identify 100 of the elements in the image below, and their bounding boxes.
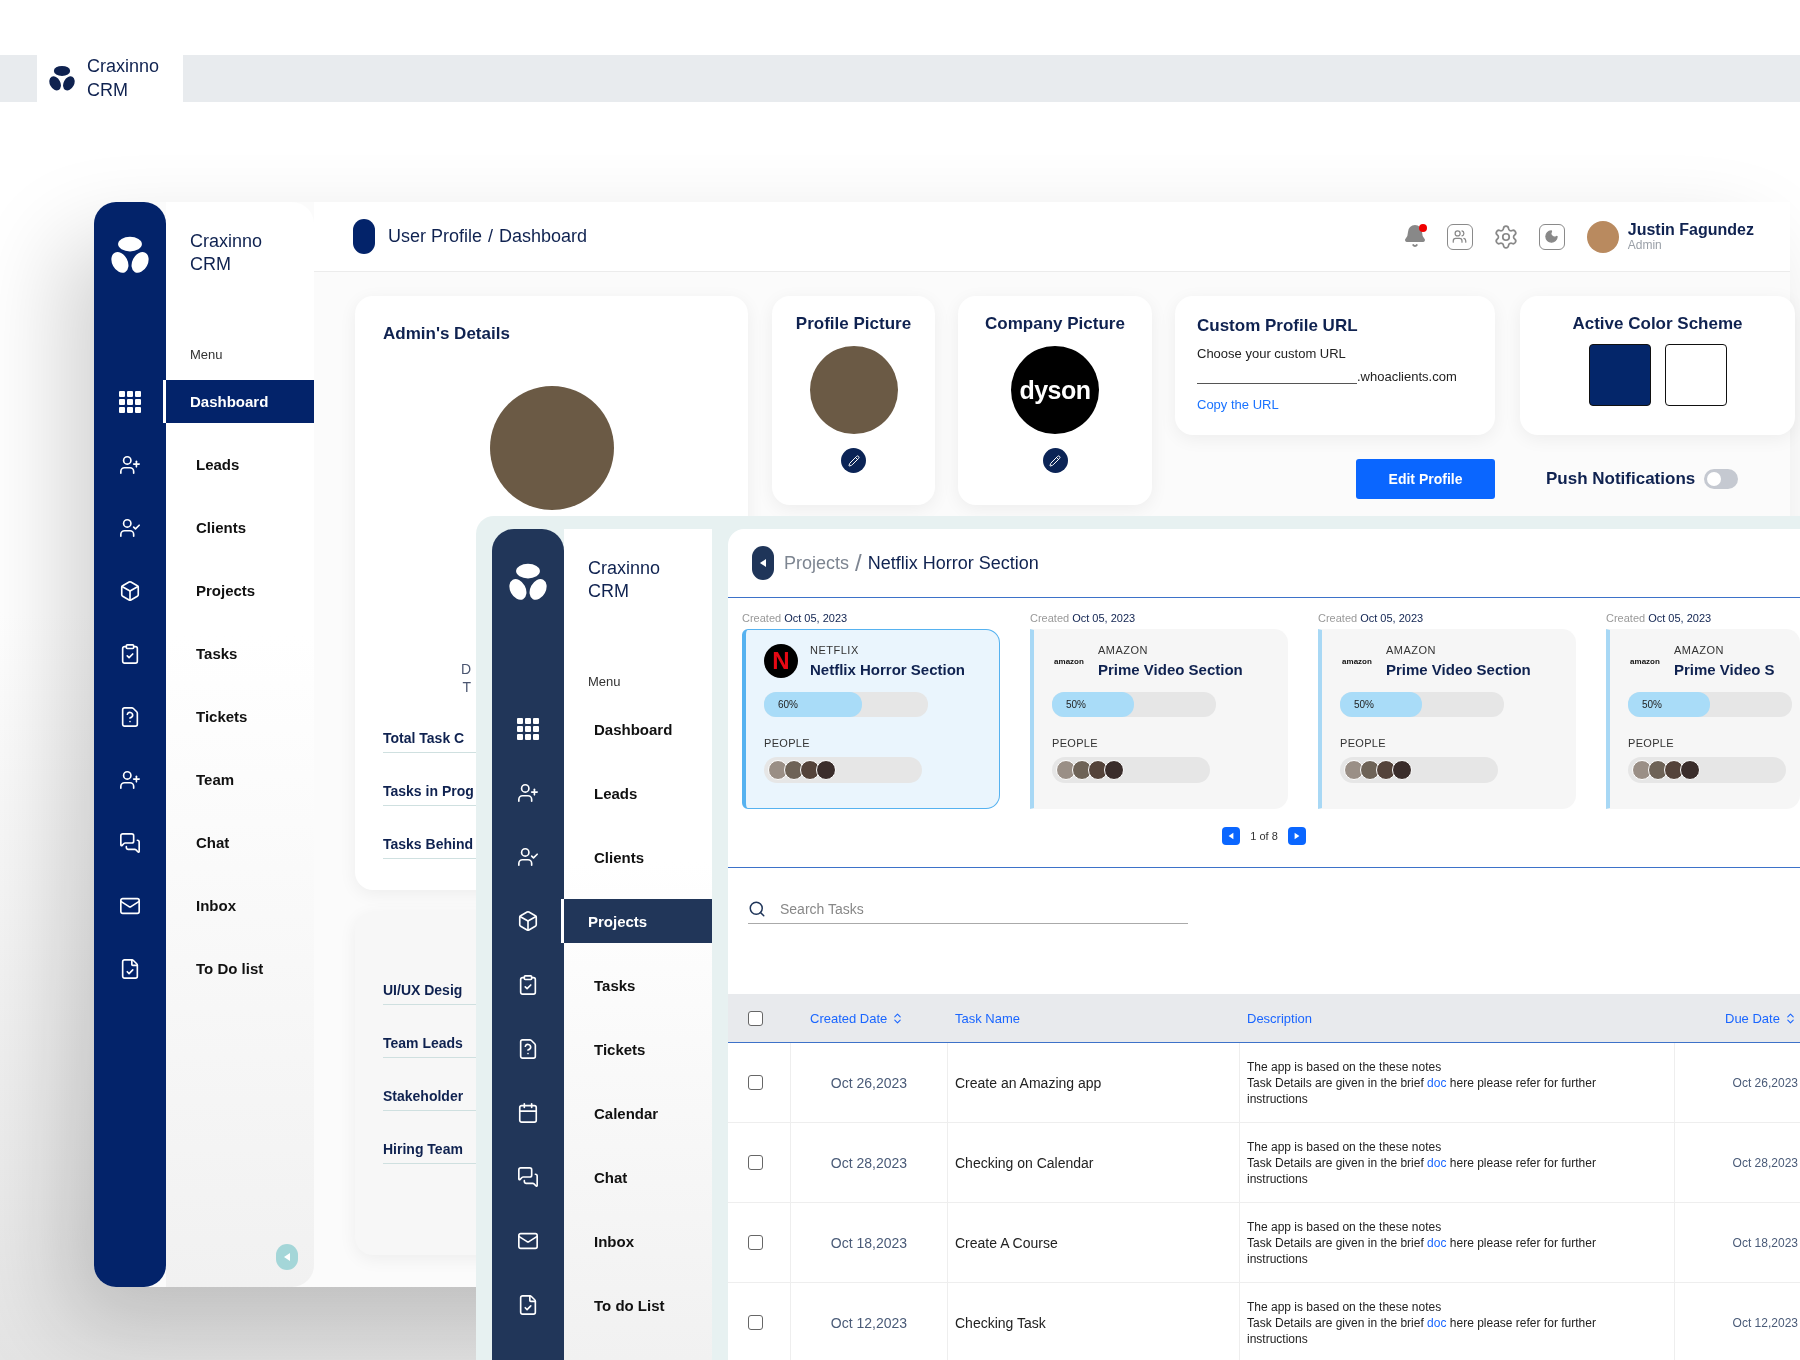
doc-link[interactable]: doc xyxy=(1427,1075,1447,1090)
row-checkbox[interactable] xyxy=(748,1315,763,1330)
settings-icon[interactable] xyxy=(1492,223,1519,250)
breadcrumb-item[interactable]: User Profile xyxy=(388,226,483,247)
nav-item[interactable]: Leads xyxy=(166,443,314,486)
created-date: Created Oct 05, 2023 xyxy=(1030,612,1137,624)
doc-link[interactable]: doc xyxy=(1427,1315,1447,1330)
project-title: Prime Video S xyxy=(1674,661,1775,678)
user-plus-icon[interactable] xyxy=(119,768,141,791)
clipboard-check-icon[interactable] xyxy=(517,974,539,996)
nav-item[interactable]: Projects xyxy=(561,899,712,943)
checklist-icon[interactable] xyxy=(517,1294,539,1316)
avatar-circle[interactable] xyxy=(1586,220,1619,253)
doc-link[interactable]: doc xyxy=(1427,1235,1447,1250)
triangle-left-icon xyxy=(282,1252,292,1262)
chat-bubbles-icon[interactable] xyxy=(517,1166,539,1188)
team-icon[interactable] xyxy=(1446,223,1473,250)
avatar-circle xyxy=(1104,760,1124,780)
bell-icon[interactable] xyxy=(1402,223,1427,250)
table-cell: Oct 26,2023 xyxy=(830,1074,908,1091)
edit-profile-button[interactable]: Edit Profile xyxy=(1356,459,1495,499)
breadcrumb-separator: / xyxy=(855,549,862,577)
nav-item[interactable]: To do List xyxy=(564,1283,712,1327)
search-icon xyxy=(748,900,766,918)
previous-page-button[interactable] xyxy=(1222,827,1241,845)
nav-item[interactable]: Tasks xyxy=(564,963,712,1007)
avatar-circle xyxy=(768,760,788,780)
task-description: The app is based on the these notes Task Details are given in the brief doc here please refer for further instructions xyxy=(1247,1138,1597,1187)
nav-item[interactable]: Inbox xyxy=(564,1219,712,1263)
column-header: Description xyxy=(1246,1010,1314,1026)
project-brand: NETFLIX xyxy=(810,644,860,656)
avatar-circle xyxy=(1056,760,1076,780)
document-question-icon[interactable] xyxy=(517,1038,539,1060)
people-label: PEOPLE xyxy=(764,737,811,749)
card-title: Active Color Scheme xyxy=(1572,314,1743,334)
cube-icon[interactable] xyxy=(119,579,141,602)
edit-button[interactable] xyxy=(1042,448,1068,473)
user-name: Justin Fagundez xyxy=(1627,220,1754,239)
edit-button[interactable] xyxy=(841,448,866,473)
user-plus-icon[interactable] xyxy=(517,782,539,804)
avatar-circle xyxy=(1072,760,1092,780)
moon-icon[interactable] xyxy=(1538,223,1565,250)
breadcrumb-item[interactable]: Projects xyxy=(784,552,850,574)
card-title: Company Picture xyxy=(985,314,1125,334)
doc-link[interactable]: doc xyxy=(1427,1155,1447,1170)
avatar-circle xyxy=(1088,760,1108,780)
clipboard-check-icon[interactable] xyxy=(119,642,141,665)
nav-item[interactable]: Clients xyxy=(564,835,712,879)
nav-item[interactable]: Tickets xyxy=(166,695,314,738)
nav-item[interactable]: Chat xyxy=(166,821,314,864)
nav-item[interactable]: Projects xyxy=(166,569,314,612)
table-cell: Oct 28,2023 xyxy=(1732,1155,1798,1170)
nav-item[interactable]: Calendar xyxy=(564,1091,712,1135)
color-swatch[interactable] xyxy=(1588,344,1651,406)
grid-icon[interactable] xyxy=(119,390,141,413)
nav-item[interactable]: Chat xyxy=(564,1155,712,1199)
row-checkbox[interactable] xyxy=(748,1235,763,1250)
table-cell: Create an Amazing app xyxy=(955,1074,1102,1091)
grid-icon[interactable] xyxy=(517,718,539,740)
breadcrumb-marker xyxy=(353,219,375,254)
people-label: PEOPLE xyxy=(1340,737,1387,749)
people-label: PEOPLE xyxy=(1628,737,1675,749)
nav-item[interactable]: Inbox xyxy=(166,884,314,927)
nav-item[interactable]: Tasks xyxy=(166,632,314,675)
project-card[interactable]: N NETFLIX Netflix Horror Section 60% PEOPLE xyxy=(742,629,1000,809)
project-brand: AMAZON xyxy=(1098,644,1150,656)
user-plus-icon[interactable] xyxy=(119,453,141,476)
row-checkbox[interactable] xyxy=(748,1155,763,1170)
project-card[interactable]: amazon AMAZON Prime Video Section 50% PEOPLE xyxy=(1318,629,1576,809)
created-date: Created Oct 05, 2023 xyxy=(742,612,849,624)
copy-url-link[interactable]: Copy the URL xyxy=(1197,397,1279,412)
select-all-checkbox[interactable] xyxy=(748,1010,763,1026)
nav-item[interactable]: Team xyxy=(166,758,314,801)
nav-item[interactable]: Leads xyxy=(564,771,712,815)
nav-item[interactable]: To Do list xyxy=(166,947,314,990)
breadcrumb-item[interactable]: Dashboard xyxy=(499,226,588,247)
back-button[interactable] xyxy=(752,546,774,580)
calendar-icon[interactable] xyxy=(517,1102,539,1124)
color-swatch[interactable] xyxy=(1664,344,1727,406)
search-field[interactable]: Search Tasks xyxy=(778,900,1188,918)
document-question-icon[interactable] xyxy=(119,705,141,728)
nav-item[interactable]: Dashboard xyxy=(564,707,712,751)
column-header[interactable]: Due Date xyxy=(1675,1010,1800,1026)
checklist-icon[interactable] xyxy=(119,957,141,980)
toggle-switch[interactable] xyxy=(1704,469,1739,489)
brand-name: Craxinno CRM xyxy=(87,55,161,102)
user-check-icon[interactable] xyxy=(517,846,539,868)
nav-item[interactable]: Clients xyxy=(166,506,314,549)
nav-item[interactable]: Dashboard xyxy=(163,380,314,423)
project-card[interactable]: amazon AMAZON Prime Video Section 50% PEOPLE xyxy=(1030,629,1288,809)
cube-icon[interactable] xyxy=(517,910,539,932)
user-check-icon[interactable] xyxy=(119,516,141,539)
next-page-button[interactable] xyxy=(1287,827,1306,845)
row-checkbox[interactable] xyxy=(748,1075,763,1090)
chat-bubbles-icon[interactable] xyxy=(119,831,141,854)
nav-item[interactable]: Tickets xyxy=(564,1027,712,1071)
project-card[interactable]: amazon AMAZON Prime Video S 50% PEOPLE xyxy=(1606,629,1800,809)
column-header[interactable]: Created Date xyxy=(791,1010,948,1026)
column-header: Task Name xyxy=(954,1010,1022,1026)
mail-icon[interactable] xyxy=(517,1230,539,1252)
